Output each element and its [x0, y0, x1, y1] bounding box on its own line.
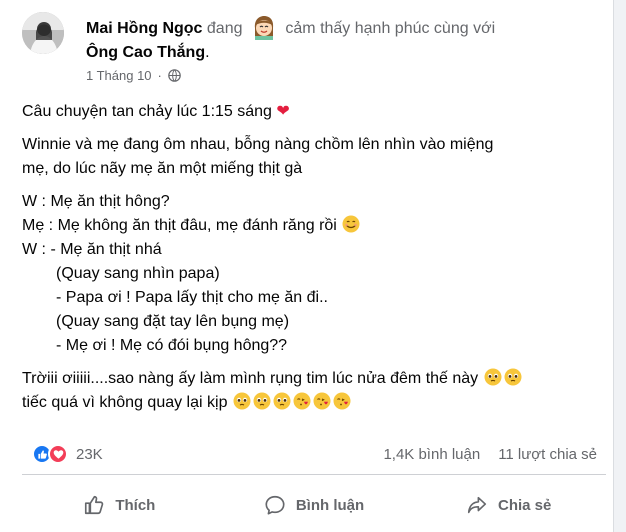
post-line: - Papa ơi ! Papa lấy thịt cho mẹ ăn đi.. [56, 289, 328, 306]
post-line: Trờiii ơiiiii....sao nàng ấy làm mình rụ… [22, 367, 602, 391]
post-line: W : - Mẹ ăn thịt nhá [22, 241, 162, 258]
tagged-person[interactable]: Ông Cao Thắng [86, 44, 205, 61]
post-line: (Quay sang nhìn papa) [56, 265, 220, 282]
post-line: tiếc quá vì không quay lại kịp [22, 391, 602, 415]
like-button[interactable]: Thích [22, 481, 217, 529]
author-avatar[interactable] [22, 12, 64, 54]
feeling-text: cảm thấy hạnh phúc cùng với [285, 20, 496, 37]
post-line: - Mẹ ơi ! Mẹ có đói bụng hông?? [56, 337, 288, 354]
post-timestamp[interactable]: 1 Tháng 10 [86, 68, 152, 83]
comment-button[interactable]: Bình luận [217, 481, 412, 529]
share-button[interactable]: Chia sẻ [411, 481, 606, 529]
actions-divider [22, 474, 606, 475]
thumbs-up-icon [85, 495, 104, 515]
reaction-summary[interactable]: 23K [32, 444, 103, 464]
post-line-text: tiếc quá vì không quay lại kịp [22, 394, 228, 411]
post-line: (Quay sang đặt tay lên bụng mẹ) [56, 313, 290, 330]
feeling-prefix: đang [206, 20, 243, 37]
kissing-heart-face-icon [333, 392, 351, 410]
post-header-line: Mai Hồng Ngọc đang cảm thấy hạnh phúc cù… [86, 14, 606, 65]
pleading-face-icon [233, 392, 251, 410]
smiling-face-icon [342, 215, 360, 233]
share-count-link[interactable]: 11 lượt chia sẻ [498, 446, 597, 463]
post-meta: 1 Tháng 10 · [86, 68, 181, 83]
meta-dot: · [157, 68, 162, 83]
reaction-count[interactable]: 23K [76, 446, 103, 463]
post-card: Mai Hồng Ngọc đang cảm thấy hạnh phúc cù… [0, 0, 614, 532]
love-icon [48, 444, 68, 464]
post-actions: Thích Bình luận Chia sẻ [22, 481, 606, 529]
comment-button-label: Bình luận [295, 496, 365, 514]
share-arrow-icon [467, 496, 487, 514]
globe-icon[interactable] [168, 69, 181, 82]
tagged-suffix: . [205, 44, 210, 61]
pleading-face-icon [504, 368, 522, 386]
post-line: Winnie và mẹ đang ôm nhau, bỗng nàng chồ… [22, 136, 494, 153]
like-button-label: Thích [115, 496, 156, 514]
pleading-face-icon [253, 392, 271, 410]
post-body: Câu chuyện tan chảy lúc 1:15 sáng ❤ Winn… [22, 100, 602, 415]
post-line-text: Câu chuyện tan chảy lúc 1:15 sáng [22, 103, 272, 120]
happy-face-emoji-icon [251, 14, 277, 40]
kissing-heart-face-icon [293, 392, 311, 410]
comment-bubble-icon [265, 495, 285, 515]
post-line: Câu chuyện tan chảy lúc 1:15 sáng ❤ [22, 100, 602, 124]
comment-count-link[interactable]: 1,4K bình luận [383, 446, 480, 463]
pleading-face-icon [273, 392, 291, 410]
pleading-face-icon [484, 368, 502, 386]
kissing-heart-face-icon [313, 392, 331, 410]
share-button-label: Chia sẻ [498, 496, 552, 514]
post-line-text: Mẹ : Mẹ không ăn thịt đâu, mẹ đánh răng … [22, 217, 337, 234]
post-line: Mẹ : Mẹ không ăn thịt đâu, mẹ đánh răng … [22, 214, 602, 238]
author-name[interactable]: Mai Hồng Ngọc [86, 20, 202, 37]
post-line: W : Mẹ ăn thịt hông? [22, 193, 170, 210]
page-scroll-gutter [614, 0, 626, 532]
post-line-text: Trờiii ơiiiii....sao nàng ấy làm mình rụ… [22, 370, 479, 387]
engagement-stats: 1,4K bình luận 11 lượt chia sẻ [383, 446, 597, 463]
red-heart-icon: ❤ [276, 103, 290, 120]
post-line: mẹ, do lúc nãy mẹ ăn một miếng thịt gà [22, 160, 303, 177]
